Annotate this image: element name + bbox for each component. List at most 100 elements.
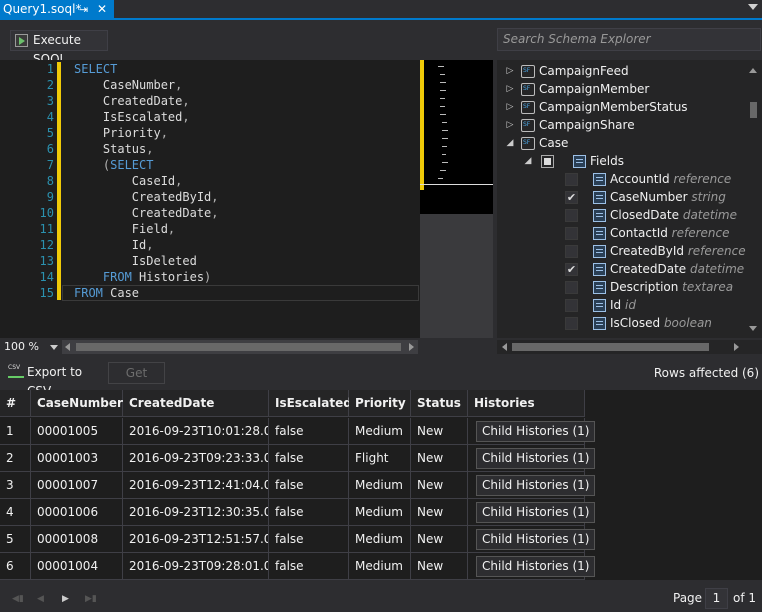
cell-status: New: [411, 472, 468, 499]
page-number-input[interactable]: 1: [705, 588, 728, 609]
collapse-arrow-icon[interactable]: ◢: [523, 152, 533, 170]
code-line[interactable]: IsEscalated,: [74, 109, 219, 125]
expand-arrow-icon[interactable]: ▷: [505, 80, 515, 98]
expand-arrow-icon[interactable]: ▷: [505, 98, 515, 116]
fields-select-all-checkbox[interactable]: [541, 155, 554, 168]
field-checkbox[interactable]: [565, 173, 578, 186]
code-line[interactable]: Field,: [74, 221, 219, 237]
code-line[interactable]: CaseNumber,: [74, 77, 219, 93]
column-header-histories[interactable]: Histories: [468, 390, 585, 417]
field-checkbox[interactable]: [565, 299, 578, 312]
schema-fields-node[interactable]: ◢ Fields: [523, 152, 624, 170]
line-number: 8: [46, 174, 54, 188]
schema-object-campaignmember[interactable]: ▷ CampaignMember: [505, 80, 649, 98]
field-createddate[interactable]: ✔ CreatedDate datetime: [565, 260, 744, 278]
code-line[interactable]: FROM Histories): [74, 269, 219, 285]
column-header-row-number[interactable]: #: [0, 390, 31, 417]
field-checkbox[interactable]: ✔: [565, 191, 578, 204]
editor-minimap[interactable]: [420, 60, 493, 214]
collapse-arrow-icon[interactable]: ◢: [505, 134, 515, 152]
editor-horizontal-scrollbar[interactable]: [62, 340, 418, 354]
field-description[interactable]: Description textarea: [565, 278, 733, 296]
schema-horizontal-scrollbar[interactable]: [497, 340, 762, 354]
execute-soql-button[interactable]: Execute SOQL: [10, 30, 108, 66]
child-histories-button[interactable]: Child Histories (1): [476, 556, 596, 577]
scroll-left-icon[interactable]: [65, 343, 70, 351]
code-line[interactable]: Priority,: [74, 125, 219, 141]
field-checkbox[interactable]: [565, 281, 578, 294]
column-header-created-date[interactable]: CreatedDate: [123, 390, 269, 417]
expand-arrow-icon[interactable]: ▷: [505, 62, 515, 80]
scrollbar-thumb[interactable]: [750, 102, 757, 118]
scroll-right-icon[interactable]: [409, 343, 414, 351]
field-isclosed[interactable]: IsClosed boolean: [565, 314, 712, 332]
child-histories-button[interactable]: Child Histories (1): [476, 448, 596, 469]
field-closeddate[interactable]: ClosedDate datetime: [565, 206, 737, 224]
tab-query1[interactable]: Query1.soql* ⇥ ✕: [0, 0, 114, 20]
field-type: reference: [671, 226, 730, 240]
field-createdbyid[interactable]: CreatedById reference: [565, 242, 746, 260]
child-histories-button[interactable]: Child Histories (1): [476, 421, 596, 442]
cell-row-number: 5: [0, 526, 31, 553]
field-checkbox[interactable]: [565, 209, 578, 222]
scrollbar-thumb[interactable]: [76, 343, 401, 351]
export-csv-button[interactable]: CSV Export to CSV: [5, 363, 103, 398]
child-histories-button[interactable]: Child Histories (1): [476, 502, 596, 523]
code-line[interactable]: CreatedById,: [74, 189, 219, 205]
code-line[interactable]: SELECT: [74, 61, 219, 77]
field-checkbox[interactable]: [565, 317, 578, 330]
line-number: 14: [39, 270, 54, 284]
pin-icon[interactable]: ⇥: [79, 0, 88, 19]
field-icon: [593, 263, 606, 276]
minimap-track[interactable]: [420, 214, 493, 338]
scroll-right-icon[interactable]: [734, 343, 739, 351]
column-header-status[interactable]: Status: [411, 390, 468, 417]
code-line[interactable]: Id,: [74, 237, 219, 253]
change-indicator-bar: [57, 62, 61, 300]
code-line[interactable]: CreatedDate,: [74, 205, 219, 221]
minimap-line: [440, 90, 446, 91]
column-header-case-number[interactable]: CaseNumber: [31, 390, 123, 417]
scroll-down-icon[interactable]: [749, 326, 757, 331]
line-number: 4: [46, 110, 54, 124]
scroll-up-icon[interactable]: [749, 68, 757, 73]
scrollbar-thumb[interactable]: [512, 343, 709, 351]
field-accountid[interactable]: AccountId reference: [565, 170, 731, 188]
code-line[interactable]: FROM Case: [74, 285, 219, 301]
schema-vertical-scrollbar[interactable]: [746, 60, 761, 338]
field-type: datetime: [682, 208, 737, 222]
field-casenumber[interactable]: ✔ CaseNumber string: [565, 188, 726, 206]
field-id[interactable]: Id id: [565, 296, 636, 314]
code-lines[interactable]: SELECT CaseNumber, CreatedDate, IsEscala…: [74, 61, 219, 301]
column-header-is-escalated[interactable]: IsEscalated: [269, 390, 352, 417]
next-page-icon[interactable]: ▶: [62, 594, 69, 604]
child-histories-button[interactable]: Child Histories (1): [476, 529, 596, 550]
first-page-icon[interactable]: ◀▮: [12, 594, 24, 604]
schema-object-case[interactable]: ◢ Case: [505, 134, 568, 152]
field-icon: [593, 299, 606, 312]
column-header-priority[interactable]: Priority: [349, 390, 411, 417]
field-checkbox[interactable]: [565, 227, 578, 240]
expand-arrow-icon[interactable]: ▷: [505, 116, 515, 134]
zoom-selector[interactable]: 100 %: [0, 340, 60, 354]
tab-overflow-dropdown-icon[interactable]: [748, 4, 758, 10]
get-more-button[interactable]: Get more: [108, 362, 165, 400]
field-checkbox[interactable]: ✔: [565, 263, 578, 276]
schema-search-input[interactable]: Search Schema Explorer: [497, 28, 761, 51]
child-histories-button[interactable]: Child Histories (1): [476, 475, 596, 496]
previous-page-icon[interactable]: ◀: [37, 594, 44, 604]
code-line[interactable]: CaseId,: [74, 173, 219, 189]
last-page-icon[interactable]: ▶▮: [85, 594, 97, 604]
schema-object-campaignfeed[interactable]: ▷ CampaignFeed: [505, 62, 629, 80]
field-checkbox[interactable]: [565, 245, 578, 258]
schema-object-campaignshare[interactable]: ▷ CampaignShare: [505, 116, 635, 134]
cell-case-number: 00001004: [31, 553, 123, 580]
scroll-left-icon[interactable]: [502, 343, 507, 351]
code-line[interactable]: IsDeleted: [74, 253, 219, 269]
schema-object-campaignmemberstatus[interactable]: ▷ CampaignMemberStatus: [505, 98, 688, 116]
code-line[interactable]: (SELECT: [74, 157, 219, 173]
code-line[interactable]: Status,: [74, 141, 219, 157]
code-line[interactable]: CreatedDate,: [74, 93, 219, 109]
close-tab-icon[interactable]: ✕: [97, 0, 107, 19]
field-contactid[interactable]: ContactId reference: [565, 224, 730, 242]
